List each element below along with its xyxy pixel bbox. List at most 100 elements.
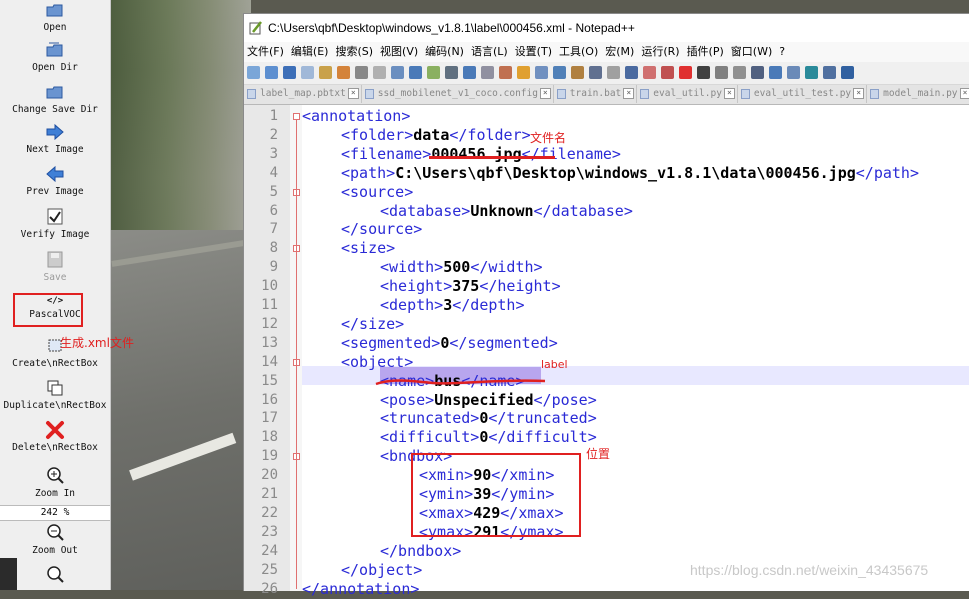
- toolbar-button-icon[interactable]: [787, 66, 800, 79]
- tab-close-icon[interactable]: ×: [959, 88, 969, 99]
- editor-tab[interactable]: train.bat ×: [554, 85, 638, 103]
- delete-rectbox-button[interactable]: Delete\nRectBox: [0, 420, 110, 453]
- menu-item[interactable]: 插件(P): [687, 45, 724, 58]
- file-icon: [870, 89, 880, 99]
- menu-item[interactable]: 搜索(S): [335, 45, 373, 58]
- duplicate-rectbox-button[interactable]: Duplicate\nRectBox: [0, 378, 110, 411]
- menu-item[interactable]: 运行(R): [641, 45, 679, 58]
- tab-close-icon[interactable]: ×: [539, 88, 551, 99]
- toolbar-button-icon[interactable]: [517, 66, 530, 79]
- tab-close-icon[interactable]: ×: [723, 88, 735, 99]
- fold-marker-icon[interactable]: [293, 113, 300, 120]
- file-icon: [740, 89, 750, 99]
- toolbar-button-icon[interactable]: [823, 66, 836, 79]
- toolbar-button-icon[interactable]: [445, 66, 458, 79]
- menu-item[interactable]: ?: [779, 45, 785, 58]
- line-number: 25: [261, 561, 278, 578]
- editor-tab[interactable]: ssd_mobilenet_v1_coco.config ×: [362, 85, 554, 103]
- line-number: 9: [269, 259, 278, 276]
- toolbar-button-icon[interactable]: [805, 66, 818, 79]
- toolbar-button-icon[interactable]: [589, 66, 602, 79]
- menu-item[interactable]: 宏(M): [605, 45, 634, 58]
- line-number: 1: [269, 108, 278, 124]
- menu-item[interactable]: 视图(V): [380, 45, 418, 58]
- duplicate-icon: [47, 380, 63, 396]
- toolbar-button-icon[interactable]: [427, 66, 440, 79]
- open-button[interactable]: Open: [0, 0, 110, 33]
- editor-tab[interactable]: eval_util.py ×: [637, 85, 738, 103]
- open-dir-button[interactable]: Open Dir: [0, 40, 110, 73]
- toolbar-button-icon[interactable]: [841, 66, 854, 79]
- delete-rectbox-label: Delete\nRectBox: [12, 442, 98, 453]
- toolbar-button-icon[interactable]: [391, 66, 404, 79]
- editor-tab[interactable]: eval_util_test.py ×: [738, 85, 868, 103]
- toolbar-button-icon[interactable]: [625, 66, 638, 79]
- editor-tab[interactable]: model_main.py ×: [867, 85, 969, 103]
- tab-close-icon[interactable]: ×: [347, 88, 359, 99]
- toolbar-button-icon[interactable]: [661, 66, 674, 79]
- toolbar-button-icon[interactable]: [337, 66, 350, 79]
- zoom-fit-icon: [47, 566, 64, 583]
- label-annotation: label: [541, 358, 568, 371]
- code-editor[interactable]: 1 2 3 4 5 6 7 8 9 10 11 12 13 14 15 16 17 18 19 20 21 22 23 24 2…: [244, 105, 969, 598]
- image-canvas[interactable]: [111, 0, 251, 590]
- zoom-value-field[interactable]: 242 %: [0, 505, 110, 521]
- prev-arrow-icon: [46, 165, 64, 183]
- toolbar-button-icon[interactable]: [751, 66, 764, 79]
- change-save-dir-button[interactable]: Change Save Dir: [0, 82, 110, 115]
- toolbar-button-icon[interactable]: [571, 66, 584, 79]
- code-line: <pose>Unspecified</pose>: [380, 391, 597, 410]
- next-image-button[interactable]: Next Image: [0, 122, 110, 155]
- toolbar-button-icon[interactable]: [355, 66, 368, 79]
- toolbar-button-icon[interactable]: [247, 66, 260, 79]
- editor-tab[interactable]: label_map.pbtxt ×: [244, 85, 362, 103]
- toolbar-button-icon[interactable]: [463, 66, 476, 79]
- toolbar-button-icon[interactable]: [607, 66, 620, 79]
- xml-value: 375: [452, 277, 480, 296]
- code-line: <difficult>0</difficult>: [380, 428, 597, 447]
- toolbar-button-icon[interactable]: [283, 66, 296, 79]
- menu-item[interactable]: 文件(F): [247, 45, 284, 58]
- verify-image-label: Verify Image: [20, 229, 90, 240]
- menu-item[interactable]: 窗口(W): [731, 45, 772, 58]
- verify-image-button[interactable]: Verify Image: [0, 207, 110, 240]
- menu-item[interactable]: 工具(O): [559, 45, 598, 58]
- line-number: 8: [269, 240, 278, 257]
- save-button[interactable]: Save: [0, 250, 110, 283]
- toolbar-button-icon[interactable]: [481, 66, 494, 79]
- toolbar-button-icon[interactable]: [319, 66, 332, 79]
- window-title: C:\Users\qbf\Desktop\windows_v1.8.1\labe…: [268, 21, 635, 35]
- tab-close-icon[interactable]: ×: [853, 88, 865, 99]
- toolbar-button-icon[interactable]: [679, 66, 692, 79]
- zoom-in-button[interactable]: Zoom In: [0, 466, 110, 499]
- menu-item[interactable]: 编辑(E): [291, 45, 329, 58]
- toolbar-button-icon[interactable]: [535, 66, 548, 79]
- toolbar-button-icon[interactable]: [715, 66, 728, 79]
- toolbar-button-icon[interactable]: [733, 66, 746, 79]
- file-icon: [640, 89, 650, 99]
- toolbar-button-icon[interactable]: [553, 66, 566, 79]
- toolbar-button-icon[interactable]: [643, 66, 656, 79]
- toolbar-button-icon[interactable]: [265, 66, 278, 79]
- watermark: https://blog.csdn.net/weixin_43435675: [690, 562, 929, 578]
- toolbar-button-icon[interactable]: [301, 66, 314, 79]
- toolbar-button-icon[interactable]: [697, 66, 710, 79]
- menu-item[interactable]: 设置(T): [515, 45, 552, 58]
- toolbar-button-icon[interactable]: [409, 66, 422, 79]
- menu-item[interactable]: 语言(L): [471, 45, 508, 58]
- line-number: 11: [261, 297, 278, 313]
- line-number: 7: [269, 221, 278, 238]
- zoom-out-button[interactable]: Zoom Out: [0, 523, 110, 556]
- code-line: </object>: [341, 561, 422, 580]
- toolbar-button-icon[interactable]: [769, 66, 782, 79]
- toolbar-button-icon[interactable]: [499, 66, 512, 79]
- tab-close-icon[interactable]: ×: [623, 88, 635, 99]
- tab-label: eval_util_test.py: [753, 88, 852, 99]
- code-line: <height>375</height>: [380, 277, 561, 296]
- menu-item[interactable]: 编码(N): [425, 45, 464, 58]
- prev-image-button[interactable]: Prev Image: [0, 164, 110, 197]
- toolbar-button-icon[interactable]: [373, 66, 386, 79]
- label-underline: [375, 379, 546, 386]
- line-number: 24: [261, 542, 278, 559]
- tab-bar: label_map.pbtxt × ssd_mobilenet_v1_coco.co…: [244, 85, 969, 105]
